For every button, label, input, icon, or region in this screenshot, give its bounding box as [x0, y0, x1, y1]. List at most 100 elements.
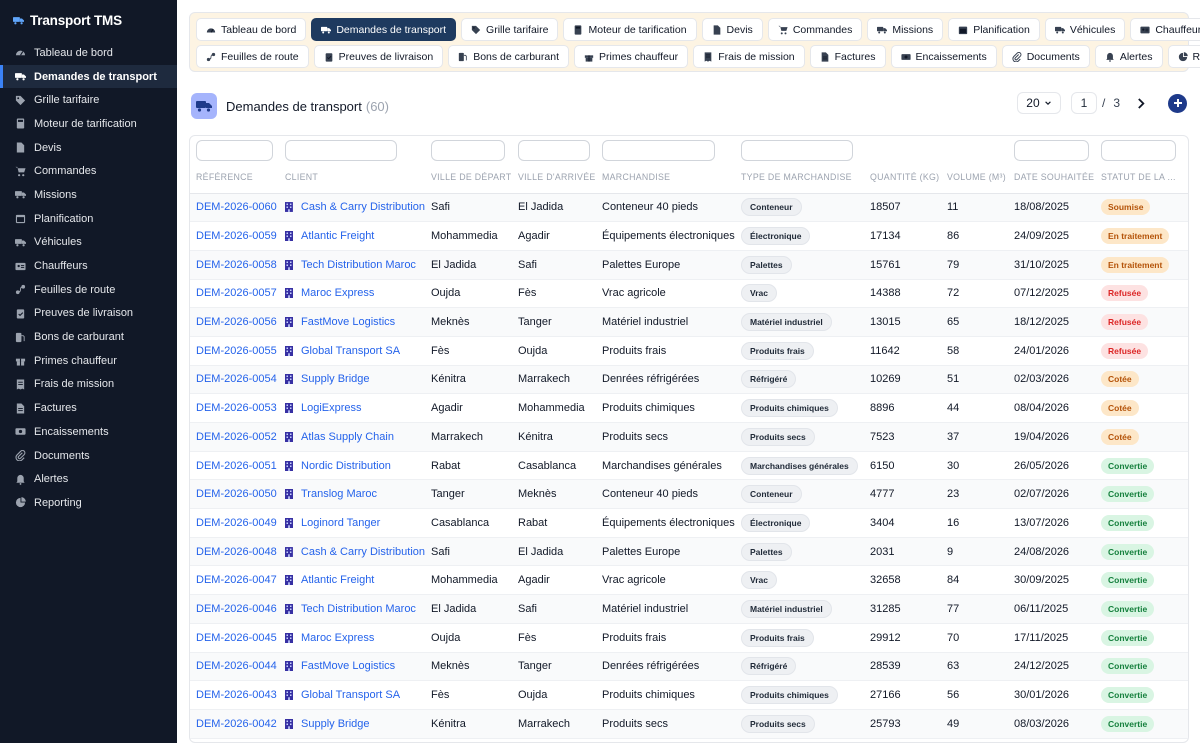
reference-link[interactable]: DEM-2026-0045: [196, 632, 277, 644]
table-row[interactable]: DEM-2026-0050 Translog Maroc Tanger Meknès C…: [190, 479, 1188, 510]
sidebar-item-chauffeurs[interactable]: Chauffeurs: [0, 254, 177, 278]
client-link[interactable]: FastMove Logistics: [285, 316, 425, 328]
client-link[interactable]: Global Transport SA: [285, 689, 425, 701]
sidebar-item-reporting[interactable]: Reporting: [0, 491, 177, 515]
table-row[interactable]: DEM-2026-0046 Tech Distribution Maroc El J…: [190, 594, 1188, 624]
sidebar-item-missions[interactable]: Missions: [0, 183, 177, 207]
filter-input-ville-de-depart[interactable]: [431, 140, 505, 161]
tab-factures[interactable]: Factures: [809, 45, 886, 68]
reference-link[interactable]: DEM-2026-0050: [196, 488, 277, 500]
tab-tableau-de-bord[interactable]: Tableau de bord: [196, 18, 307, 41]
table-row[interactable]: DEM-2026-0047 Atlantic Freight Mohammedia A…: [190, 565, 1188, 596]
tab-reporting[interactable]: Reporting: [1167, 45, 1200, 68]
reference-link[interactable]: DEM-2026-0053: [196, 402, 277, 414]
reference-link[interactable]: DEM-2026-0047: [196, 574, 277, 586]
table-row[interactable]: DEM-2026-0044 FastMove Logistics Meknès Tan…: [190, 652, 1188, 682]
tab-grille-tarifaire[interactable]: Grille tarifaire: [461, 18, 559, 41]
tab-demandes-de-transport[interactable]: Demandes de transport: [311, 18, 457, 41]
table-row[interactable]: DEM-2026-0045 Maroc Express Oujda Fès Produi…: [190, 623, 1188, 653]
client-link[interactable]: Atlantic Freight: [285, 574, 425, 586]
client-link[interactable]: Maroc Express: [285, 287, 425, 299]
reference-link[interactable]: DEM-2026-0055: [196, 345, 277, 357]
table-row[interactable]: DEM-2026-0049 Loginord Tanger Casablanca Ra…: [190, 508, 1188, 538]
table-row[interactable]: DEM-2026-0053 LogiExpress Agadir Mohammedia…: [190, 393, 1188, 423]
page-number-input[interactable]: 1: [1070, 92, 1097, 114]
column-header-marchandise[interactable]: Marchandise: [596, 162, 735, 194]
column-header-ville-de-depart[interactable]: Ville de départ: [425, 162, 512, 194]
sidebar-item-preuves-de-livraison[interactable]: Preuves de livraison: [0, 302, 177, 326]
tab-frais-de-mission[interactable]: Frais de mission: [693, 45, 805, 68]
table-row[interactable]: DEM-2026-0043 Global Transport SA Fès Oujda…: [190, 680, 1188, 710]
column-header-ville-d-arrivee[interactable]: Ville d'arrivée: [512, 162, 596, 194]
client-link[interactable]: Atlas Supply Chain: [285, 431, 425, 443]
tab-vehicules[interactable]: Véhicules: [1044, 18, 1126, 41]
table-row[interactable]: DEM-2026-0059 Atlantic Freight Mohammedia A…: [190, 221, 1188, 251]
table-row[interactable]: DEM-2026-0056 FastMove Logistics Meknès Tan…: [190, 307, 1188, 337]
reference-link[interactable]: DEM-2026-0060: [196, 201, 277, 213]
reference-link[interactable]: DEM-2026-0054: [196, 373, 277, 385]
reference-link[interactable]: DEM-2026-0049: [196, 517, 277, 529]
tab-encaissements[interactable]: Encaissements: [890, 45, 997, 68]
client-link[interactable]: FastMove Logistics: [285, 660, 425, 672]
table-row[interactable]: DEM-2026-0060 Cash & Carry Distribution Sa…: [190, 193, 1188, 223]
next-page-button[interactable]: [1134, 96, 1148, 110]
column-header-quantite-kg[interactable]: Quantité (kg): [864, 162, 941, 194]
sidebar-item-documents[interactable]: Documents: [0, 444, 177, 468]
filter-input-ville-d-arrivee[interactable]: [518, 140, 590, 161]
tab-chauffeurs[interactable]: Chauffeurs: [1130, 18, 1200, 41]
filter-input-statut-de-la[interactable]: [1101, 140, 1176, 161]
sidebar-item-bons-de-carburant[interactable]: Bons de carburant: [0, 325, 177, 349]
sidebar-item-planification[interactable]: Planification: [0, 207, 177, 231]
reference-link[interactable]: DEM-2026-0048: [196, 546, 277, 558]
reference-link[interactable]: DEM-2026-0046: [196, 603, 277, 615]
column-header-statut-de-la[interactable]: Statut de la ...: [1095, 162, 1188, 194]
tab-moteur-de-tarification[interactable]: Moteur de tarification: [563, 18, 697, 41]
sidebar-item-commandes[interactable]: Commandes: [0, 159, 177, 183]
table-row[interactable]: DEM-2026-0054 Supply Bridge Kénitra Marrake…: [190, 365, 1188, 395]
column-header-reference[interactable]: Référence: [190, 162, 279, 194]
table-row[interactable]: DEM-2026-0051 Nordic Distribution Rabat Cas…: [190, 451, 1188, 481]
reference-link[interactable]: DEM-2026-0043: [196, 689, 277, 701]
column-header-date-souhaitee[interactable]: Date souhaitée: [1008, 162, 1095, 194]
client-link[interactable]: Global Transport SA: [285, 345, 425, 357]
sidebar-item-feuilles-de-route[interactable]: Feuilles de route: [0, 278, 177, 302]
reference-link[interactable]: DEM-2026-0056: [196, 316, 277, 328]
tab-feuilles-de-route[interactable]: Feuilles de route: [196, 45, 309, 68]
sidebar-item-moteur-de-tarification[interactable]: Moteur de tarification: [0, 112, 177, 136]
client-link[interactable]: Supply Bridge: [285, 718, 425, 730]
client-link[interactable]: LogiExpress: [285, 402, 425, 414]
client-link[interactable]: Maroc Express: [285, 632, 425, 644]
table-row[interactable]: DEM-2026-0055 Global Transport SA Fès Oujda…: [190, 336, 1188, 366]
reference-link[interactable]: DEM-2026-0042: [196, 718, 277, 730]
client-link[interactable]: Supply Bridge: [285, 373, 425, 385]
add-request-button[interactable]: [1168, 93, 1187, 113]
tab-devis[interactable]: Devis: [701, 18, 763, 41]
sidebar-item-grille-tarifaire[interactable]: Grille tarifaire: [0, 88, 177, 112]
tab-preuves-de-livraison[interactable]: Preuves de livraison: [313, 45, 444, 68]
client-link[interactable]: Cash & Carry Distribution: [285, 546, 425, 558]
reference-link[interactable]: DEM-2026-0059: [196, 230, 277, 242]
column-header-volume-m[interactable]: Volume (m³): [941, 162, 1008, 194]
client-link[interactable]: Translog Maroc: [285, 488, 425, 500]
table-row[interactable]: DEM-2026-0057 Maroc Express Oujda Fès Vrac a…: [190, 279, 1188, 309]
tab-planification[interactable]: Planification: [948, 18, 1040, 41]
client-link[interactable]: Cash & Carry Distribution: [285, 201, 425, 213]
reference-link[interactable]: DEM-2026-0058: [196, 259, 277, 271]
filter-input-reference[interactable]: [196, 140, 273, 161]
sidebar-item-demandes-de-transport[interactable]: Demandes de transport: [0, 64, 177, 89]
sidebar-item-vehicules[interactable]: Véhicules: [0, 231, 177, 255]
table-row[interactable]: DEM-2026-0042 Supply Bridge Kénitra Marrake…: [190, 709, 1188, 739]
tab-missions[interactable]: Missions: [867, 18, 944, 41]
filter-input-type-de-marchandise[interactable]: [741, 140, 853, 161]
sidebar-item-factures[interactable]: Factures: [0, 396, 177, 420]
table-row[interactable]: DEM-2026-0058 Tech Distribution Maroc El J…: [190, 250, 1188, 280]
table-row[interactable]: DEM-2026-0052 Atlas Supply Chain Marrakech…: [190, 422, 1188, 452]
sidebar-item-encaissements[interactable]: Encaissements: [0, 420, 177, 444]
brand[interactable]: Transport TMS: [0, 0, 177, 40]
per-page-select[interactable]: 20: [1016, 92, 1061, 114]
reference-link[interactable]: DEM-2026-0051: [196, 460, 277, 472]
reference-link[interactable]: DEM-2026-0044: [196, 660, 277, 672]
sidebar-item-primes-chauffeur[interactable]: Primes chauffeur: [0, 349, 177, 373]
client-link[interactable]: Atlantic Freight: [285, 230, 425, 242]
sidebar-item-alertes[interactable]: Alertes: [0, 467, 177, 491]
